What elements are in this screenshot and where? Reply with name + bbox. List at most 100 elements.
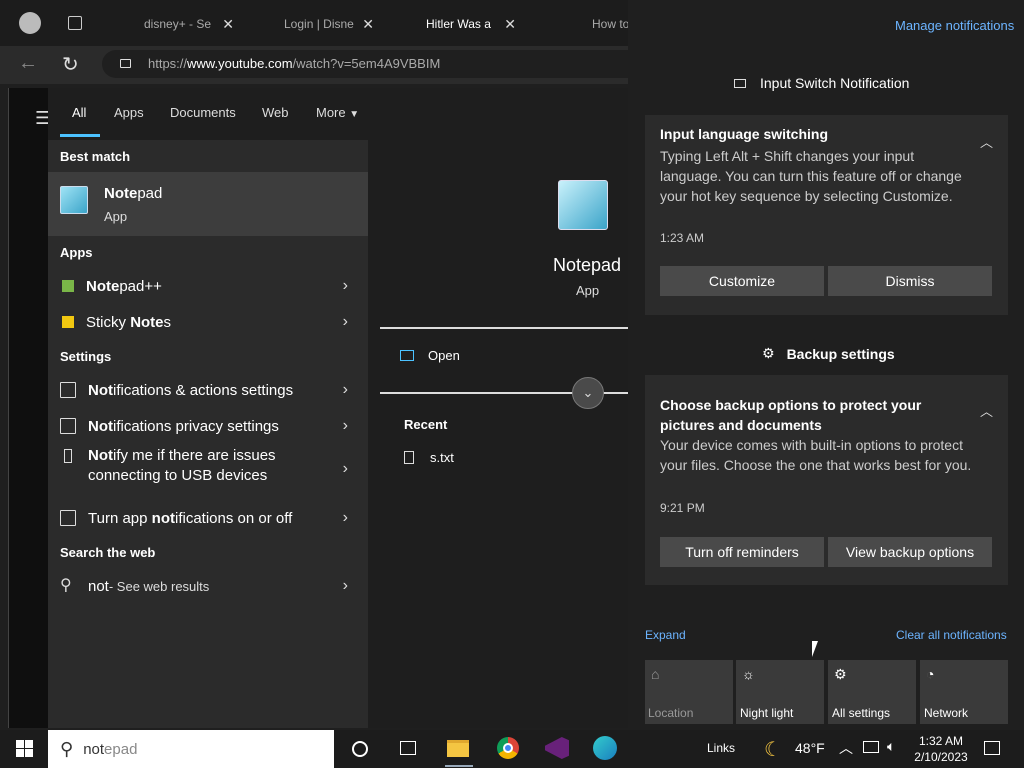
best-match-type: App [104, 209, 128, 224]
result-notifications-privacy-settings[interactable]: Notifications privacy settings › [48, 408, 368, 444]
apps-header: Apps [60, 245, 93, 260]
search-query: not [83, 740, 105, 758]
tab-hitler[interactable]: Hitler Was a ✕ [392, 8, 522, 40]
chevron-right-icon[interactable]: › [343, 460, 348, 478]
network-icon[interactable] [863, 741, 879, 753]
profile-avatar[interactable] [19, 12, 41, 34]
chevron-down-icon: ▼ [349, 109, 360, 120]
gear-icon: ⚙ [834, 666, 847, 682]
tab-actions-icon[interactable] [68, 16, 82, 30]
result-label: Notepad++ [86, 277, 162, 295]
chevron-right-icon[interactable]: › [343, 417, 348, 435]
quick-action-location[interactable]: ⌂ Location [645, 660, 733, 724]
network-icon: ◔ [926, 666, 935, 682]
notification-icon [60, 510, 76, 526]
edge-dev-icon[interactable] [593, 736, 617, 760]
result-label: Turn app notifications on or off [88, 509, 293, 527]
back-icon[interactable]: ← [18, 52, 38, 75]
refresh-icon[interactable]: ↻ [62, 52, 79, 77]
volume-icon[interactable]: 🔈︎ [887, 738, 895, 755]
collapse-icon[interactable]: ︿ [980, 132, 993, 151]
tab-how-to[interactable]: How to [536, 8, 628, 40]
result-label: Notify me if there are issues connecting … [88, 447, 276, 484]
cortana-icon[interactable] [352, 741, 368, 757]
notification-body: Your device comes with built-in options … [660, 437, 972, 473]
close-icon[interactable]: ✕ [222, 16, 234, 33]
manage-notifications-link[interactable]: Manage notifications [895, 18, 1014, 33]
tab-web[interactable]: Web [262, 105, 289, 120]
web-hint: - See web results [108, 578, 210, 594]
taskbar-search-box[interactable]: ⚲ not epad [48, 730, 334, 768]
quick-action-night-light[interactable]: ☼ Night light [736, 660, 824, 724]
recent-header: Recent [404, 417, 448, 432]
windows-start-icon[interactable] [16, 740, 33, 757]
preview-divider [380, 327, 628, 329]
group-app-name: Input Switch Notification [760, 75, 910, 91]
turn-off-reminders-button[interactable]: Turn off reminders [660, 537, 824, 567]
tab-documents[interactable]: Documents [170, 105, 236, 120]
weather-temp[interactable]: 48°F [795, 740, 825, 756]
clear-all-notifications-link[interactable]: Clear all notifications [896, 628, 1007, 642]
links-toolbar[interactable]: Links [707, 741, 735, 755]
customize-button[interactable]: Customize [660, 266, 824, 296]
tab-label: Login | Disne [284, 17, 354, 31]
lock-icon [120, 59, 131, 68]
collapse-icon[interactable]: ︿ [980, 401, 993, 420]
result-notepad-plus-plus[interactable]: Notepad++ › [48, 268, 368, 304]
tab-disney-search[interactable]: disney+ - Se ✕ [110, 8, 240, 40]
task-view-icon[interactable] [400, 741, 416, 755]
chevron-right-icon[interactable]: › [343, 313, 348, 331]
preview-app-name: Notepad [553, 255, 622, 275]
show-hidden-icons[interactable]: ︿ [839, 738, 853, 758]
gear-icon: ⚙ [762, 345, 775, 361]
chevron-right-icon[interactable]: › [343, 509, 348, 527]
clock-date: 2/10/2023 [914, 750, 968, 764]
result-notify-usb-issues[interactable]: Notify me if there are issues connecting … [48, 446, 368, 498]
notification-group-header: ⚙ Backup settings [762, 345, 895, 362]
notification-center [628, 0, 1024, 730]
expand-chevron-icon[interactable]: ⌄ [572, 377, 604, 409]
mouse-cursor [812, 641, 818, 657]
quick-action-network[interactable]: ◔ Network [920, 660, 1008, 724]
notification-title: Choose backup options to protect your pi… [660, 397, 922, 433]
result-web-search[interactable]: ⚲ not - See web results › [48, 568, 368, 604]
dismiss-button[interactable]: Dismiss [828, 266, 992, 296]
location-icon: ⌂ [651, 666, 660, 682]
best-match-name: Notepad [104, 185, 163, 202]
open-action[interactable]: Open [400, 348, 460, 363]
chrome-icon[interactable] [497, 737, 519, 759]
chevron-right-icon[interactable]: › [343, 277, 348, 295]
tab-disney-login[interactable]: Login | Disne ✕ [252, 8, 380, 40]
action-center-icon[interactable] [984, 741, 1000, 755]
close-icon[interactable]: ✕ [504, 16, 516, 33]
weather-moon-icon[interactable]: ☾ [764, 737, 782, 762]
url-field[interactable]: https://www.youtube.com/watch?v=5em4A9VB… [102, 50, 642, 78]
tab-all[interactable]: All [72, 105, 86, 120]
quick-action-label: Network [924, 706, 969, 720]
quick-action-all-settings[interactable]: ⚙ All settings [828, 660, 916, 724]
input-switch-icon [734, 78, 746, 88]
search-web-header: Search the web [60, 545, 156, 560]
recent-item[interactable]: s.txt [404, 450, 454, 465]
expand-link[interactable]: Expand [645, 628, 686, 642]
file-explorer-icon[interactable] [447, 740, 469, 757]
group-app-name: Backup settings [786, 345, 895, 362]
tab-more[interactable]: More ▼ [316, 105, 359, 120]
notification-card[interactable]: Input language switching ︿ Typing Left A… [645, 115, 1008, 315]
chevron-right-icon[interactable]: › [343, 381, 348, 399]
view-backup-options-button[interactable]: View backup options [828, 537, 992, 567]
notification-card[interactable]: Choose backup options to protect your pi… [645, 375, 1008, 585]
best-match-item[interactable]: Notepad App [48, 172, 368, 236]
chevron-right-icon[interactable]: › [343, 577, 348, 595]
clock-time: 1:32 AM [918, 734, 964, 748]
close-icon[interactable]: ✕ [362, 16, 374, 33]
result-turn-app-notifications[interactable]: Turn app notifications on or off › [48, 500, 368, 536]
recent-file-name: s.txt [430, 450, 454, 465]
result-notifications-actions-settings[interactable]: Notifications & actions settings › [48, 372, 368, 408]
result-label: Notifications privacy settings [88, 417, 279, 435]
tab-apps[interactable]: Apps [114, 105, 144, 120]
result-sticky-notes[interactable]: Sticky Notes › [48, 304, 368, 340]
web-query: not [88, 577, 109, 595]
clock[interactable]: 1:32 AM 2/10/2023 [913, 733, 969, 765]
tab-label: Hitler Was a [426, 17, 491, 31]
